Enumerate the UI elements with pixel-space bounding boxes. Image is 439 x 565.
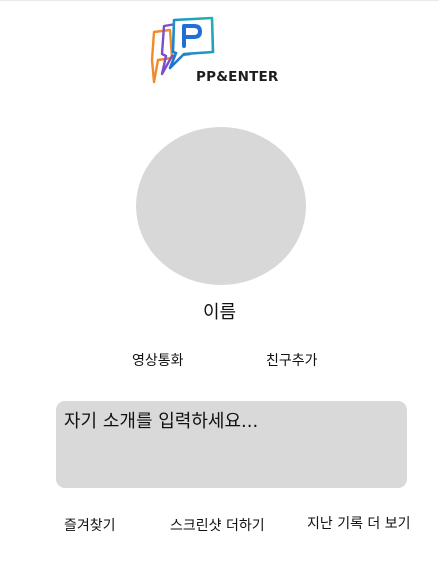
bio-placeholder: 자기 소개를 입력하세요... — [64, 411, 259, 432]
brand-name: PP&ENTER — [196, 69, 279, 85]
video-call-button[interactable]: 영상통화 — [132, 350, 184, 370]
profile-avatar[interactable] — [136, 127, 306, 285]
view-history-button[interactable]: 지난 기록 더 보기 — [307, 513, 411, 533]
add-screenshot-button[interactable]: 스크린샷 더하기 — [170, 515, 265, 535]
top-divider — [0, 0, 439, 1]
add-friend-button[interactable]: 친구추가 — [266, 350, 318, 370]
profile-name-label: 이름 — [202, 302, 237, 323]
favorites-button[interactable]: 즐겨찾기 — [64, 515, 116, 535]
brand-logo: PP&ENTER — [144, 14, 294, 88]
bio-input[interactable]: 자기 소개를 입력하세요... — [56, 401, 407, 488]
